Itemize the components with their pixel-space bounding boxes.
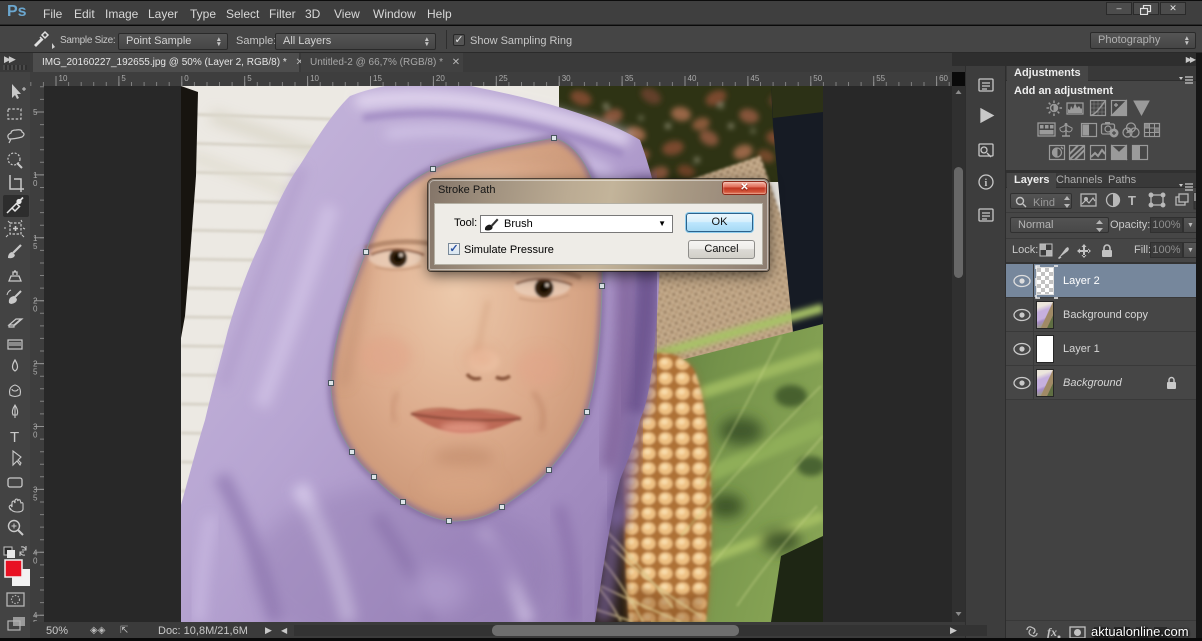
svg-text:5: 5 [33, 108, 38, 117]
svg-text:20: 20 [436, 74, 445, 83]
svg-text:5: 5 [33, 368, 38, 377]
svg-text:5: 5 [33, 242, 38, 251]
svg-text:fx: fx [1047, 625, 1057, 639]
svg-text:30: 30 [562, 74, 571, 83]
svg-text:5: 5 [33, 493, 38, 502]
svg-text:15: 15 [373, 74, 382, 83]
svg-text:25: 25 [499, 74, 508, 83]
svg-text:5: 5 [121, 74, 126, 83]
svg-text:Kind: Kind [1033, 197, 1055, 209]
svg-text:40: 40 [688, 74, 697, 83]
svg-text:35: 35 [625, 74, 634, 83]
svg-text:0: 0 [33, 431, 38, 440]
svg-text:50: 50 [813, 74, 822, 83]
svg-text:T: T [1128, 193, 1136, 208]
svg-text:45: 45 [750, 74, 759, 83]
svg-text:0: 0 [33, 305, 38, 314]
svg-text:0: 0 [184, 74, 189, 83]
svg-text:i: i [985, 178, 988, 189]
svg-text:0: 0 [33, 179, 38, 188]
svg-text:10: 10 [310, 74, 319, 83]
svg-text:60: 60 [939, 74, 948, 83]
svg-text:5: 5 [247, 74, 252, 83]
svg-text:55: 55 [876, 74, 885, 83]
svg-text:10: 10 [59, 74, 68, 83]
svg-text:T: T [10, 429, 19, 446]
svg-text:0: 0 [33, 556, 38, 565]
